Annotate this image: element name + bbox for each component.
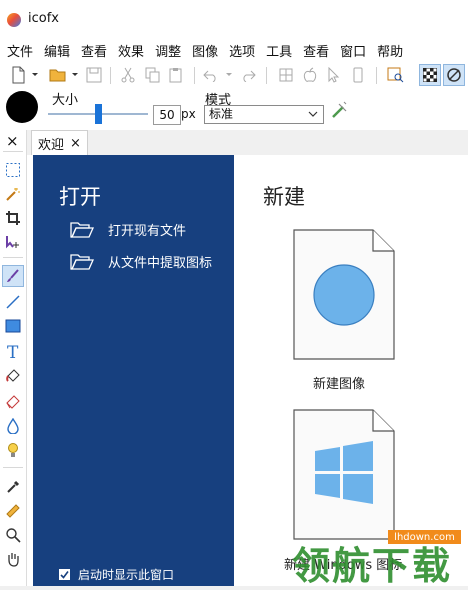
tool-separator	[3, 467, 23, 468]
size-slider-thumb[interactable]	[94, 104, 102, 124]
device-icon[interactable]	[348, 65, 368, 85]
new-image-tile[interactable]	[293, 229, 395, 360]
app-logo-icon	[7, 13, 21, 27]
open-folder-icon[interactable]	[48, 65, 68, 85]
open-existing-file-link[interactable]: 打开现有文件	[70, 220, 186, 239]
antialias-icon[interactable]	[330, 100, 350, 124]
menu-window[interactable]: 窗口	[333, 41, 370, 60]
tab-welcome-label: 欢迎	[38, 137, 65, 153]
menu-options[interactable]: 选项	[222, 41, 259, 60]
chevron-down-icon	[308, 111, 318, 117]
line-icon[interactable]	[3, 292, 23, 312]
windows-platform-icon[interactable]	[276, 65, 296, 85]
text-icon[interactable]: T	[3, 341, 23, 361]
tool-separator	[3, 257, 23, 258]
toolbar-separator	[194, 67, 195, 84]
blur-drop-icon[interactable]	[3, 416, 23, 436]
svg-text:T: T	[7, 343, 19, 359]
cut-icon[interactable]	[118, 65, 138, 85]
light-bulb-icon[interactable]	[3, 440, 23, 460]
size-input[interactable]: 50	[153, 105, 181, 125]
menu-edit[interactable]: 编辑	[37, 41, 74, 60]
document-tab-strip	[27, 130, 468, 156]
open-existing-file-label: 打开现有文件	[108, 224, 187, 239]
redo-icon[interactable]	[238, 65, 258, 85]
move-icon[interactable]	[3, 232, 23, 252]
new-image-label[interactable]: 新建图像	[313, 373, 365, 392]
new-windows-icon-tile[interactable]	[293, 409, 395, 540]
tools-panel: T	[0, 130, 27, 586]
fill-bucket-icon[interactable]	[3, 366, 23, 386]
cursor-icon[interactable]	[324, 65, 344, 85]
extract-icon-link[interactable]: 从文件中提取图标	[70, 252, 212, 271]
size-label: 大小	[52, 93, 79, 108]
window-title: icofx	[28, 11, 59, 26]
new-dropdown-icon[interactable]	[30, 65, 40, 85]
startup-checkbox[interactable]	[59, 569, 70, 580]
startup-checkbox-row[interactable]: 启动时显示此窗口	[59, 566, 174, 583]
title-bar	[0, 0, 468, 38]
menu-view-2[interactable]: 查看	[296, 41, 333, 60]
menu-effects[interactable]: 效果	[111, 41, 148, 60]
mode-select-value: 标准	[209, 107, 234, 121]
eraser-icon[interactable]	[3, 391, 23, 411]
ruler-icon[interactable]	[3, 501, 23, 521]
undo-dropdown-icon[interactable]	[224, 65, 234, 85]
copy-icon[interactable]	[142, 65, 162, 85]
open-dropdown-icon[interactable]	[70, 65, 80, 85]
folder-open-icon	[70, 221, 94, 238]
menu-image[interactable]: 图像	[185, 41, 222, 60]
menu-adjust[interactable]: 调整	[148, 41, 185, 60]
hand-pan-icon[interactable]	[3, 549, 23, 569]
menu-help[interactable]: 帮助	[370, 41, 407, 60]
new-section-title: 新建	[263, 185, 305, 209]
tab-close-button[interactable]: ×	[70, 136, 81, 151]
checker-background-icon[interactable]	[419, 64, 441, 86]
menu-view[interactable]: 查看	[74, 41, 111, 60]
grid-toggle-icon[interactable]	[443, 64, 465, 86]
menu-tools[interactable]: 工具	[259, 41, 296, 60]
preview-zoom-icon[interactable]	[386, 65, 406, 85]
save-icon[interactable]	[84, 65, 104, 85]
rect-select-icon[interactable]	[3, 160, 23, 180]
extract-icon-label: 从文件中提取图标	[108, 256, 213, 271]
new-file-icon[interactable]	[8, 65, 28, 85]
undo-icon[interactable]	[201, 65, 221, 85]
rectangle-icon[interactable]	[3, 316, 23, 336]
startup-checkbox-label: 启动时显示此窗口	[78, 568, 175, 582]
watermark-url: lhdown.com	[388, 530, 461, 544]
crop-icon[interactable]	[3, 208, 23, 228]
toolbar-separator	[376, 67, 377, 84]
brush-icon[interactable]	[2, 265, 24, 287]
primary-color-swatch[interactable]	[6, 91, 38, 123]
mode-select[interactable]: 标准	[204, 105, 324, 124]
size-unit-label: px	[181, 107, 196, 121]
tab-welcome[interactable]: 欢迎 ×	[31, 130, 88, 155]
paste-icon[interactable]	[166, 65, 186, 85]
menu-file[interactable]: 文件	[0, 41, 37, 60]
eyedropper-icon[interactable]	[3, 477, 23, 497]
toolbar-separator	[110, 67, 111, 84]
magic-wand-icon[interactable]	[3, 184, 23, 204]
circle-image-icon	[313, 264, 375, 326]
checkmark-icon	[60, 571, 69, 579]
panel-close-button[interactable]: ×	[6, 132, 19, 150]
apple-platform-icon[interactable]	[300, 65, 320, 85]
toolbar-separator	[266, 67, 267, 84]
open-section-title: 打开	[59, 185, 101, 209]
folder-open-icon	[70, 253, 94, 270]
zoom-icon[interactable]	[3, 525, 23, 545]
tool-separator	[3, 151, 23, 152]
toolbar	[0, 62, 468, 90]
menu-bar: 文件 编辑 查看 效果 调整 图像 选项 工具 查看 窗口 帮助	[0, 38, 468, 62]
watermark: 领航下载 lhdown.com	[282, 527, 468, 588]
